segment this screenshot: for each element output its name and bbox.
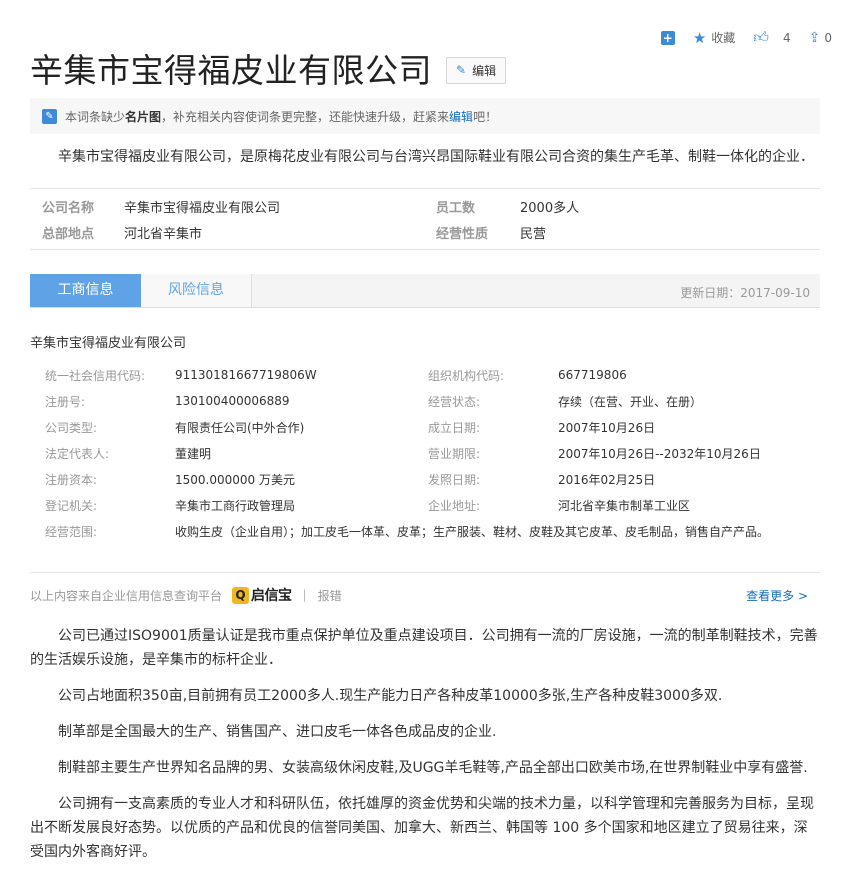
basic-key: 员工数 (436, 200, 476, 216)
basic-key: 公司名称 (42, 200, 95, 216)
entry-toolbar: + ★ 收藏 👍︎ 4 ⇪ 0 (643, 28, 832, 47)
favorite-label: 收藏 (711, 31, 736, 45)
reg-key: 公司类型: (45, 420, 98, 435)
reg-value: 2007年10月26日--2032年10月26日 (558, 446, 761, 461)
reg-row: 注册资本: 1500.000000 万美元 发照日期: 2016年02月25日 (30, 466, 820, 492)
summary-paragraph: 辛集市宝得福皮业有限公司，是原梅花皮业有限公司与台湾兴昂国际鞋业有限公司合资的集… (58, 149, 814, 165)
basic-value: 辛集市宝得福皮业有限公司 (124, 200, 281, 216)
qixinbao-logo-icon: Q (232, 586, 250, 604)
tab-risk-info[interactable]: 风险信息 (141, 274, 252, 307)
share-icon: ⇪ (808, 29, 821, 46)
article-paragraph: 制鞋部主要生产世界知名品牌的男、女装高级休闲皮鞋,及UGG羊毛鞋等,产品全部出口… (58, 760, 808, 776)
reg-value: 辛集市工商行政管理局 (175, 498, 296, 513)
reg-value: 667719806 (558, 368, 627, 382)
reg-key: 营业期限: (428, 446, 481, 461)
reg-value: 2016年02月25日 (558, 472, 656, 487)
reg-value: 河北省辛集市制革工业区 (558, 498, 691, 513)
basic-value: 2000多人 (520, 200, 580, 216)
divider (30, 572, 820, 573)
reg-key: 组织机构代码: (428, 368, 505, 383)
reg-key: 注册号: (45, 394, 86, 409)
notice-pre: 本词条缺少 (65, 109, 126, 124)
article-paragraph: 制革部是全国最大的生产、销售国产、进口皮毛一体各色成品皮的企业. (58, 724, 497, 740)
edit-button[interactable]: ✎ 编辑 (446, 56, 507, 84)
reg-key: 注册资本: (45, 472, 98, 487)
reg-row-scope: 经营范围: 收购生皮（企业自用）；加工皮毛一体革、皮革；生产服装、鞋材、皮鞋及其… (30, 518, 820, 544)
reg-row: 登记机关: 辛集市工商行政管理局 企业地址: 河北省辛集市制革工业区 (30, 492, 820, 518)
reg-value: 1500.000000 万美元 (175, 472, 295, 487)
reg-key: 企业地址: (428, 498, 481, 513)
info-tabs: 工商信息 风险信息 更新日期：2017-09-10 (30, 274, 820, 308)
reg-value: 收购生皮（企业自用）；加工皮毛一体革、皮革；生产服装、鞋材、皮鞋及其它皮革、皮毛… (175, 524, 770, 539)
reg-key: 统一社会信用代码: (45, 368, 146, 383)
thumbs-up-icon: 👍︎ (753, 28, 769, 46)
basic-value: 民营 (520, 226, 547, 242)
basic-key: 经营性质 (436, 226, 489, 242)
basic-info-box: 公司名称 辛集市宝得福皮业有限公司 员工数 2000多人 总部地点 河北省辛集市… (30, 188, 820, 250)
reg-value: 130100400006889 (175, 394, 290, 408)
article-paragraph: 公司拥有一支高素质的专业人才和科研队伍，依托雄厚的资金优势和尖端的技术力量，以科… (30, 796, 814, 860)
favorite-button[interactable]: ★ 收藏 (693, 29, 735, 47)
share-count: 0 (824, 30, 832, 45)
like-button[interactable]: 👍︎ 4 (753, 28, 790, 47)
edit-label: 编辑 (472, 63, 497, 78)
pencil-icon: ✎ (456, 63, 467, 77)
add-button[interactable]: + (660, 30, 675, 45)
qixinbao-logo[interactable]: Q 启信宝 (232, 585, 292, 605)
reg-row: 注册号: 130100400006889 经营状态: 存续（在营、开业、在册） (30, 388, 820, 414)
page-title: 辛集市宝得福皮业有限公司 (30, 51, 432, 90)
source-text: 以上内容来自企业信用信息查询平台 (30, 588, 223, 603)
reg-key: 法定代表人: (45, 446, 110, 461)
notice-post: 吧！ (473, 109, 498, 124)
reg-value: 有限责任公司(中外合作) (175, 420, 305, 435)
basic-value: 河北省辛集市 (124, 226, 203, 242)
notice-bold: 名片图 (125, 109, 162, 124)
tab-business-info[interactable]: 工商信息 (30, 274, 141, 307)
reg-key: 经营状态: (428, 394, 481, 409)
view-more-link[interactable]: 查看更多 > (746, 587, 808, 604)
reg-row: 法定代表人: 董建明 营业期限: 2007年10月26日--2032年10月26… (30, 440, 820, 466)
reg-value: 2007年10月26日 (558, 420, 656, 435)
reg-row: 公司类型: 有限责任公司(中外合作) 成立日期: 2007年10月26日 (30, 414, 820, 440)
reg-row: 统一社会信用代码: 91130181667719806W 组织机构代码: 667… (30, 362, 820, 388)
basic-key: 总部地点 (42, 226, 95, 242)
update-date: 更新日期：2017-09-10 (680, 286, 810, 300)
notice-mid: ，补充相关内容使词条更完整，还能快速升级，赶紧来 (161, 109, 450, 124)
star-icon: ★ (692, 28, 707, 47)
like-count: 4 (782, 30, 791, 45)
reg-value: 董建明 (175, 446, 212, 461)
separator: | (302, 588, 307, 602)
title-row: 辛集市宝得福皮业有限公司 ✎ 编辑 (30, 44, 507, 92)
reg-value: 91130181667719806W (175, 368, 317, 382)
edit-notice-icon: ✎ (42, 108, 57, 124)
reg-key: 发照日期: (428, 472, 481, 487)
article-paragraph: 公司已通过ISO9001质量认证是我市重点保护单位及重点建设项目．公司拥有一流的… (30, 628, 818, 668)
notice-edit-link[interactable]: 编辑 (449, 108, 473, 125)
article-body: 公司已通过ISO9001质量认证是我市重点保护单位及重点建设项目．公司拥有一流的… (30, 624, 820, 876)
qixinbao-logo-text: 启信宝 (251, 588, 292, 604)
reg-value: 存续（在营、开业、在册） (558, 394, 703, 409)
reg-key: 经营范围: (45, 524, 98, 539)
basic-info-row: 总部地点 河北省辛集市 经营性质 民营 (30, 219, 820, 245)
share-button[interactable]: ⇪ 0 (809, 30, 832, 46)
company-name-heading: 辛集市宝得福皮业有限公司 (30, 336, 187, 351)
report-error-link[interactable]: 报错 (318, 587, 342, 604)
reg-key: 成立日期: (428, 420, 481, 435)
registration-info: 统一社会信用代码: 91130181667719806W 组织机构代码: 667… (30, 362, 820, 544)
article-paragraph: 公司占地面积350亩,目前拥有员工2000多人.现生产能力日产各种皮革10000… (58, 688, 723, 704)
missing-image-notice: ✎ 本词条缺少 名片图 ，补充相关内容使词条更完整，还能快速升级，赶紧来 编辑 吧！ (30, 98, 820, 134)
reg-key: 登记机关: (45, 498, 98, 513)
data-source-bar: 以上内容来自企业信用信息查询平台 Q 启信宝 | 报错 查看更多 > (30, 584, 820, 606)
basic-info-row: 公司名称 辛集市宝得福皮业有限公司 员工数 2000多人 (30, 193, 820, 219)
plus-icon: + (660, 30, 675, 45)
